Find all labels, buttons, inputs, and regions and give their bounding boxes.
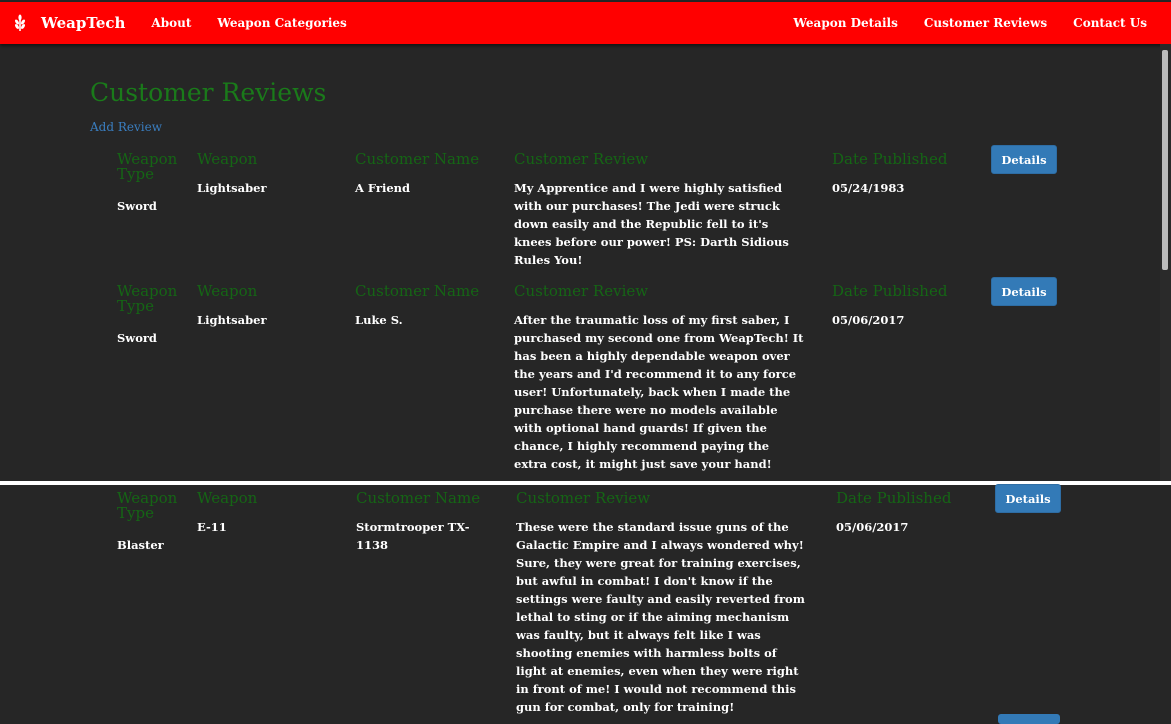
review-date: 05/24/1983	[832, 181, 905, 195]
wheat-icon	[14, 14, 26, 31]
review-text: My Apprentice and I were highly satisfie…	[514, 181, 789, 267]
header-weapon-type: Weapon Type	[117, 150, 178, 183]
review-weapon: E-11	[197, 520, 227, 534]
review-customer-name: A Friend	[355, 181, 411, 195]
review-weapon-type: Sword	[117, 199, 157, 213]
header-customer-name: Customer Name	[355, 282, 480, 300]
header-customer-name: Customer Name	[356, 489, 481, 507]
header-customer-name: Customer Name	[355, 150, 480, 168]
nav-link-customer-reviews[interactable]: Customer Reviews	[924, 16, 1047, 30]
review-customer-name: Luke S.	[355, 313, 403, 327]
header-date-published: Date Published	[836, 489, 952, 507]
review-text: After the traumatic loss of my first sab…	[514, 313, 804, 471]
header-weapon-type: Weapon Type	[117, 282, 178, 315]
header-weapon: Weapon	[197, 282, 258, 300]
nav-right-group: Weapon Details Customer Reviews Contact …	[793, 16, 1147, 30]
nav-link-contact-us[interactable]: Contact Us	[1073, 16, 1147, 30]
review-date: 05/06/2017	[836, 520, 909, 534]
review-weapon-type: Blaster	[117, 538, 164, 552]
header-weapon-type: Weapon Type	[117, 489, 178, 522]
review-weapon: Lightsaber	[197, 313, 267, 327]
details-button-partial[interactable]	[998, 714, 1060, 724]
review-weapon: Lightsaber	[197, 181, 267, 195]
review-text: These were the standard issue guns of th…	[516, 520, 805, 714]
details-button[interactable]: Details	[991, 145, 1057, 174]
page-title: Customer Reviews	[90, 78, 327, 107]
details-button[interactable]: Details	[995, 484, 1061, 513]
header-customer-review: Customer Review	[514, 282, 649, 300]
header-weapon: Weapon	[197, 150, 258, 168]
review-customer-name: Stormtrooper TX-1138	[356, 520, 470, 552]
header-customer-review: Customer Review	[514, 150, 649, 168]
brand-link[interactable]: WeapTech	[41, 14, 125, 32]
review-date: 05/06/2017	[832, 313, 905, 327]
scrollbar-thumb[interactable]	[1162, 50, 1168, 270]
nav-left-group: About Weapon Categories	[151, 16, 346, 30]
nav-link-about[interactable]: About	[151, 16, 191, 30]
header-weapon: Weapon	[197, 489, 258, 507]
header-customer-review: Customer Review	[516, 489, 651, 507]
header-date-published: Date Published	[832, 282, 948, 300]
nav-link-weapon-categories[interactable]: Weapon Categories	[217, 16, 346, 30]
review-weapon-type: Sword	[117, 331, 157, 345]
nav-link-weapon-details[interactable]: Weapon Details	[793, 16, 897, 30]
add-review-link[interactable]: Add Review	[90, 120, 162, 134]
details-button[interactable]: Details	[991, 277, 1057, 306]
top-navbar: WeapTech About Weapon Categories Weapon …	[0, 2, 1171, 44]
header-date-published: Date Published	[832, 150, 948, 168]
